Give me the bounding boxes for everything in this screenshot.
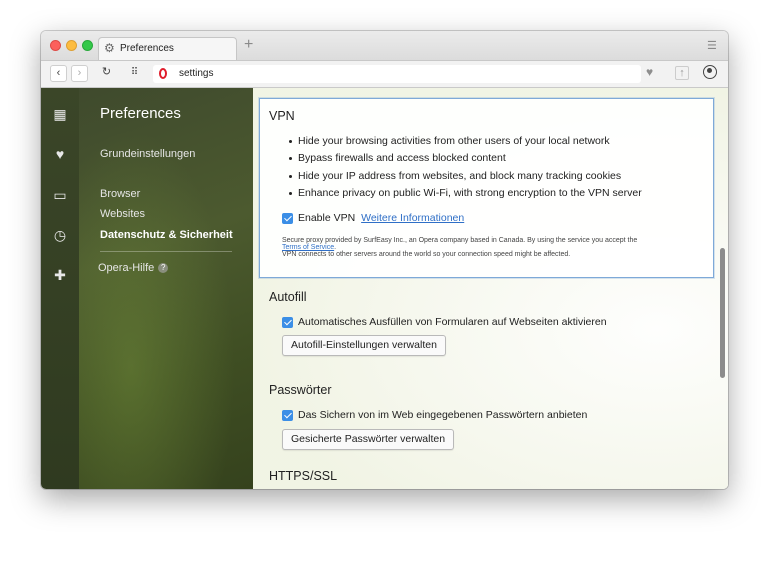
https-ssl-title: HTTPS/SSL — [269, 469, 338, 483]
new-tab-button[interactable]: + — [244, 36, 253, 54]
extensions-icon[interactable]: ✚ — [51, 266, 69, 284]
scrollbar-thumb[interactable] — [720, 248, 725, 378]
tab-title: Preferences — [120, 43, 174, 54]
browser-window: ⚙ Preferences + ☰ ‹ › ↻ ⠿ settings ♥ ↑ ▦… — [41, 31, 728, 489]
vpn-speed-note: VPN connects to other servers around the… — [282, 251, 571, 258]
speed-dial-icon[interactable]: ▦ — [51, 105, 69, 123]
url-text: settings — [179, 68, 214, 79]
terms-of-service-link[interactable]: Terms of Service — [282, 244, 334, 251]
settings-main: VPN Hide your browsing activities from o… — [253, 88, 728, 489]
gear-icon: ⚙ — [104, 41, 115, 55]
more-info-link[interactable]: Weitere Informationen — [361, 212, 464, 224]
autofill-title: Autofill — [269, 290, 307, 304]
tab-preferences[interactable]: ⚙ Preferences — [98, 37, 237, 60]
vpn-bullet: Enhance privacy on public Wi-Fi, with st… — [289, 187, 642, 199]
tab-menu-icon[interactable]: ☰ — [707, 39, 717, 52]
share-icon: ↑ — [679, 67, 685, 79]
vpn-section: VPN Hide your browsing activities from o… — [259, 98, 714, 278]
url-input[interactable]: settings — [153, 65, 641, 83]
zoom-window-button[interactable] — [82, 40, 93, 51]
save-passwords-checkbox[interactable] — [282, 410, 293, 421]
autofill-settings-button[interactable]: Autofill-Einstellungen verwalten — [282, 335, 446, 356]
forward-icon: › — [77, 67, 82, 79]
preferences-title: Preferences — [100, 105, 181, 122]
nav-item-websites[interactable]: Websites — [100, 208, 145, 220]
opera-help-link[interactable]: Opera-Hilfe? — [98, 262, 169, 274]
reload-button[interactable]: ↻ — [98, 65, 115, 82]
help-icon: ? — [158, 263, 169, 273]
nav-item-browser[interactable]: Browser — [100, 188, 140, 200]
share-button[interactable]: ↑ — [675, 66, 689, 80]
devices-icon[interactable]: ▭ — [51, 186, 69, 204]
title-bar: ⚙ Preferences + ☰ — [41, 31, 728, 61]
close-window-button[interactable] — [50, 40, 61, 51]
autofill-checkbox-label: Automatisches Ausfüllen von Formularen a… — [298, 316, 607, 328]
passwords-title: Passwörter — [269, 383, 332, 397]
vpn-fine-print-text: Secure proxy provided by SurfEasy Inc., … — [282, 237, 638, 244]
opera-sidebar: ▦ ♥ ▭ ◷ ✚ — [41, 88, 79, 489]
back-button[interactable]: ‹ — [50, 65, 67, 82]
bookmark-heart-button[interactable]: ♥ — [646, 65, 653, 79]
fine-print-period: . — [334, 244, 337, 251]
manage-passwords-button[interactable]: Gesicherte Passwörter verwalten — [282, 429, 455, 450]
nav-item-privacy-security[interactable]: Datenschutz & Sicherheit — [100, 229, 233, 241]
save-passwords-label: Das Sichern von im Web eingegebenen Pass… — [298, 409, 588, 421]
content-area: ▦ ♥ ▭ ◷ ✚ Preferences Grundeinstellungen… — [41, 88, 728, 489]
nav-divider — [100, 251, 232, 252]
reload-icon: ↻ — [101, 66, 112, 78]
vpn-fine-print: Secure proxy provided by SurfEasy Inc., … — [282, 237, 697, 258]
enable-vpn-label: Enable VPN — [298, 212, 356, 224]
vpn-bullet: Hide your browsing activities from other… — [289, 135, 610, 147]
preferences-nav: Preferences Grundeinstellungen Browser W… — [79, 88, 253, 489]
nav-item-grundeinstellungen[interactable]: Grundeinstellungen — [100, 148, 195, 160]
enable-vpn-row: Enable VPN Weitere Informationen — [298, 212, 464, 224]
opera-logo-icon — [159, 68, 167, 79]
autofill-checkbox[interactable] — [282, 317, 293, 328]
history-icon[interactable]: ◷ — [51, 226, 69, 244]
heart-icon[interactable]: ♥ — [51, 145, 69, 163]
minimize-window-button[interactable] — [66, 40, 77, 51]
vpn-bullet: Bypass firewalls and access blocked cont… — [289, 152, 506, 164]
back-icon: ‹ — [56, 67, 61, 79]
account-icon[interactable] — [703, 65, 717, 79]
speed-dial-button[interactable]: ⠿ — [126, 65, 143, 82]
speed-dial-icon: ⠿ — [130, 67, 139, 78]
vpn-bullet: Hide your IP address from websites, and … — [288, 170, 622, 182]
address-bar: ‹ › ↻ ⠿ settings ♥ ↑ — [41, 61, 728, 88]
forward-button[interactable]: › — [71, 65, 88, 82]
vpn-title: VPN — [269, 109, 295, 123]
heart-icon: ♥ — [646, 65, 654, 79]
opera-help-label: Opera-Hilfe — [98, 262, 155, 274]
enable-vpn-checkbox[interactable] — [282, 213, 293, 224]
